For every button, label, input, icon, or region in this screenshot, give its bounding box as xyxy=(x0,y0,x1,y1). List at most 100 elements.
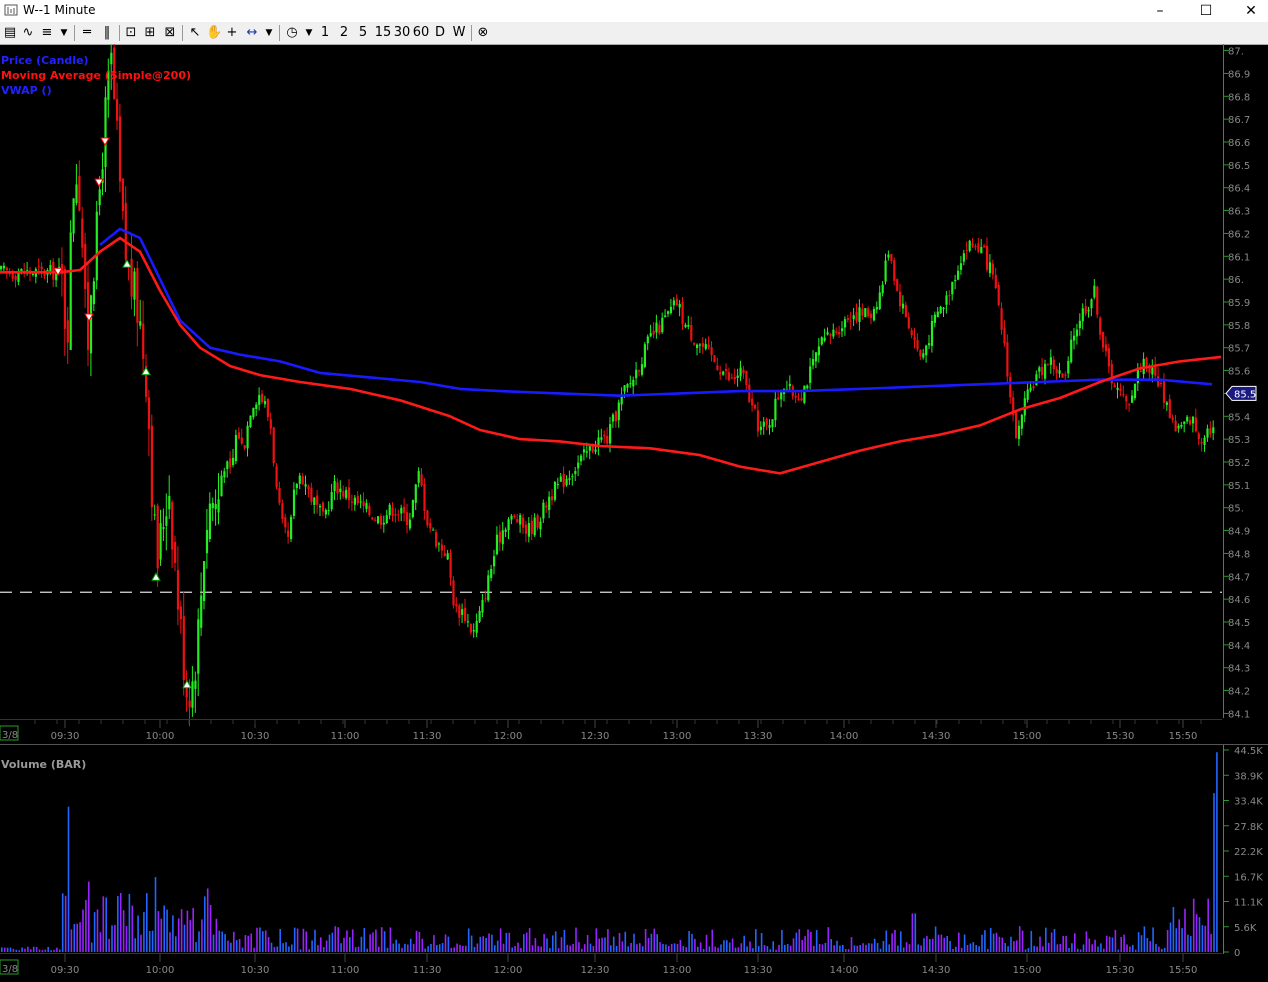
volume-bar xyxy=(743,935,745,952)
volume-bar xyxy=(914,913,917,952)
volume-bar xyxy=(494,945,496,952)
candle-body xyxy=(1073,335,1076,341)
candle-style-icon[interactable]: ≡ xyxy=(40,24,54,42)
candle-body xyxy=(1099,317,1102,335)
volume-bar xyxy=(595,928,598,952)
volume-bar xyxy=(186,910,189,952)
volume-bar xyxy=(183,924,186,952)
volume-bar xyxy=(93,912,96,952)
candle-body xyxy=(168,495,171,510)
candle-body xyxy=(313,497,316,505)
candle-body xyxy=(368,505,371,515)
candle-body xyxy=(1171,417,1174,420)
candle-body xyxy=(197,619,200,674)
candle-body xyxy=(536,515,539,528)
candle-body xyxy=(110,52,113,65)
candle-body xyxy=(449,552,452,578)
volume-bar xyxy=(934,926,937,952)
crosshair-icon[interactable]: + xyxy=(225,24,239,42)
price-tick-label: 86.8 xyxy=(1228,92,1250,103)
volume-bar xyxy=(128,893,131,952)
volume-bar xyxy=(85,900,87,952)
dropdown-icon[interactable]: ▼ xyxy=(303,24,315,42)
volume-bar xyxy=(1166,930,1169,952)
volume-bar xyxy=(902,947,905,952)
candle-body xyxy=(777,397,780,400)
candle-body xyxy=(406,512,409,525)
candle-body xyxy=(211,502,214,509)
volume-bar xyxy=(1021,930,1024,952)
volume-bar xyxy=(1027,948,1030,952)
volume-bar xyxy=(56,947,58,952)
candle-body xyxy=(542,502,545,519)
interval-2-button[interactable]: 2 xyxy=(337,24,351,42)
line-chart-icon[interactable]: ∿ xyxy=(21,24,35,42)
zoom-out-icon[interactable]: ⊠ xyxy=(163,24,177,42)
interval-1-button[interactable]: 1 xyxy=(318,24,332,42)
candle-body xyxy=(0,266,3,270)
candle-body xyxy=(1104,344,1108,352)
volume-bar xyxy=(499,928,502,952)
vertical-line-icon[interactable]: ‖ xyxy=(100,24,114,42)
price-pane[interactable]: 87. 86.9 86.8 86.7 86.6 86.5 86.4 86.3 86.2 86.1 8… xyxy=(0,44,1257,742)
candle-body xyxy=(307,486,310,490)
candle-body xyxy=(1026,389,1029,400)
zoom-fit-icon[interactable]: ⊡ xyxy=(124,24,138,42)
volume-bar xyxy=(1059,943,1062,952)
cancel-icon[interactable]: ⊗ xyxy=(476,24,490,42)
chart-area[interactable]: 87. 86.9 86.8 86.7 86.6 86.5 86.4 86.3 86.2 86.1 8… xyxy=(0,44,1268,982)
candle-body xyxy=(1015,412,1018,438)
candle-body xyxy=(362,501,365,506)
interval-day-button[interactable]: D xyxy=(433,24,447,42)
candle-body xyxy=(606,436,609,444)
minimize-icon[interactable]: – xyxy=(1137,0,1183,22)
volume-bar xyxy=(502,943,505,952)
volume-bar xyxy=(395,939,397,952)
interval-60-button[interactable]: 60 xyxy=(412,24,430,42)
candle-body xyxy=(658,324,661,334)
volume-bar xyxy=(6,947,9,952)
date-label: 3/8 xyxy=(2,730,18,741)
volume-bar xyxy=(873,938,876,952)
bar-chart-icon[interactable]: ▤ xyxy=(3,24,17,42)
candle-body xyxy=(118,116,122,182)
volume-bar xyxy=(218,930,221,952)
volume-bar xyxy=(885,930,888,952)
volume-bar xyxy=(960,947,963,952)
volume-bar xyxy=(1030,930,1033,952)
candle-body xyxy=(290,516,293,540)
zoom-in-icon[interactable]: ⊞ xyxy=(143,24,157,42)
volume-pane[interactable]: 44.5K 38.9K 33.4K 27.8K 22.2K 16.7K 11.1K 5.6K 0… xyxy=(0,744,1268,976)
interval-15-button[interactable]: 15 xyxy=(374,24,392,42)
candle-body xyxy=(812,359,815,366)
dropdown-icon[interactable]: ▼ xyxy=(263,24,275,42)
hand-icon[interactable]: ✋ xyxy=(206,24,222,42)
close-icon[interactable]: ✕ xyxy=(1228,0,1268,22)
pointer-icon[interactable]: ↖ xyxy=(188,24,202,42)
measure-icon[interactable]: ↔ xyxy=(244,24,260,42)
candle-body xyxy=(466,621,470,623)
interval-5-button[interactable]: 5 xyxy=(356,24,370,42)
clock-icon[interactable]: ◷ xyxy=(285,24,299,42)
candle-body xyxy=(846,318,849,320)
candle-body xyxy=(1168,399,1171,418)
legend-vwap: VWAP () xyxy=(1,84,52,97)
candle-body xyxy=(513,515,516,518)
interval-week-button[interactable]: W xyxy=(451,24,467,42)
volume-x-tick-label: 15:00 xyxy=(1013,965,1042,976)
volume-bar xyxy=(230,942,232,952)
candle-body xyxy=(820,337,823,345)
candle-body xyxy=(553,481,557,500)
candle-body xyxy=(1044,363,1047,379)
candle-body xyxy=(435,532,438,547)
dropdown-icon[interactable]: ▼ xyxy=(58,24,70,42)
volume-bar xyxy=(1097,946,1099,952)
volume-bar xyxy=(53,949,55,952)
maximize-icon[interactable]: ☐ xyxy=(1183,0,1229,22)
candle-body xyxy=(452,580,455,606)
horizontal-line-icon[interactable]: ═ xyxy=(80,24,94,42)
interval-30-button[interactable]: 30 xyxy=(393,24,411,42)
candle-body xyxy=(1017,425,1021,440)
candle-body xyxy=(585,451,588,453)
volume-bar xyxy=(955,946,957,952)
